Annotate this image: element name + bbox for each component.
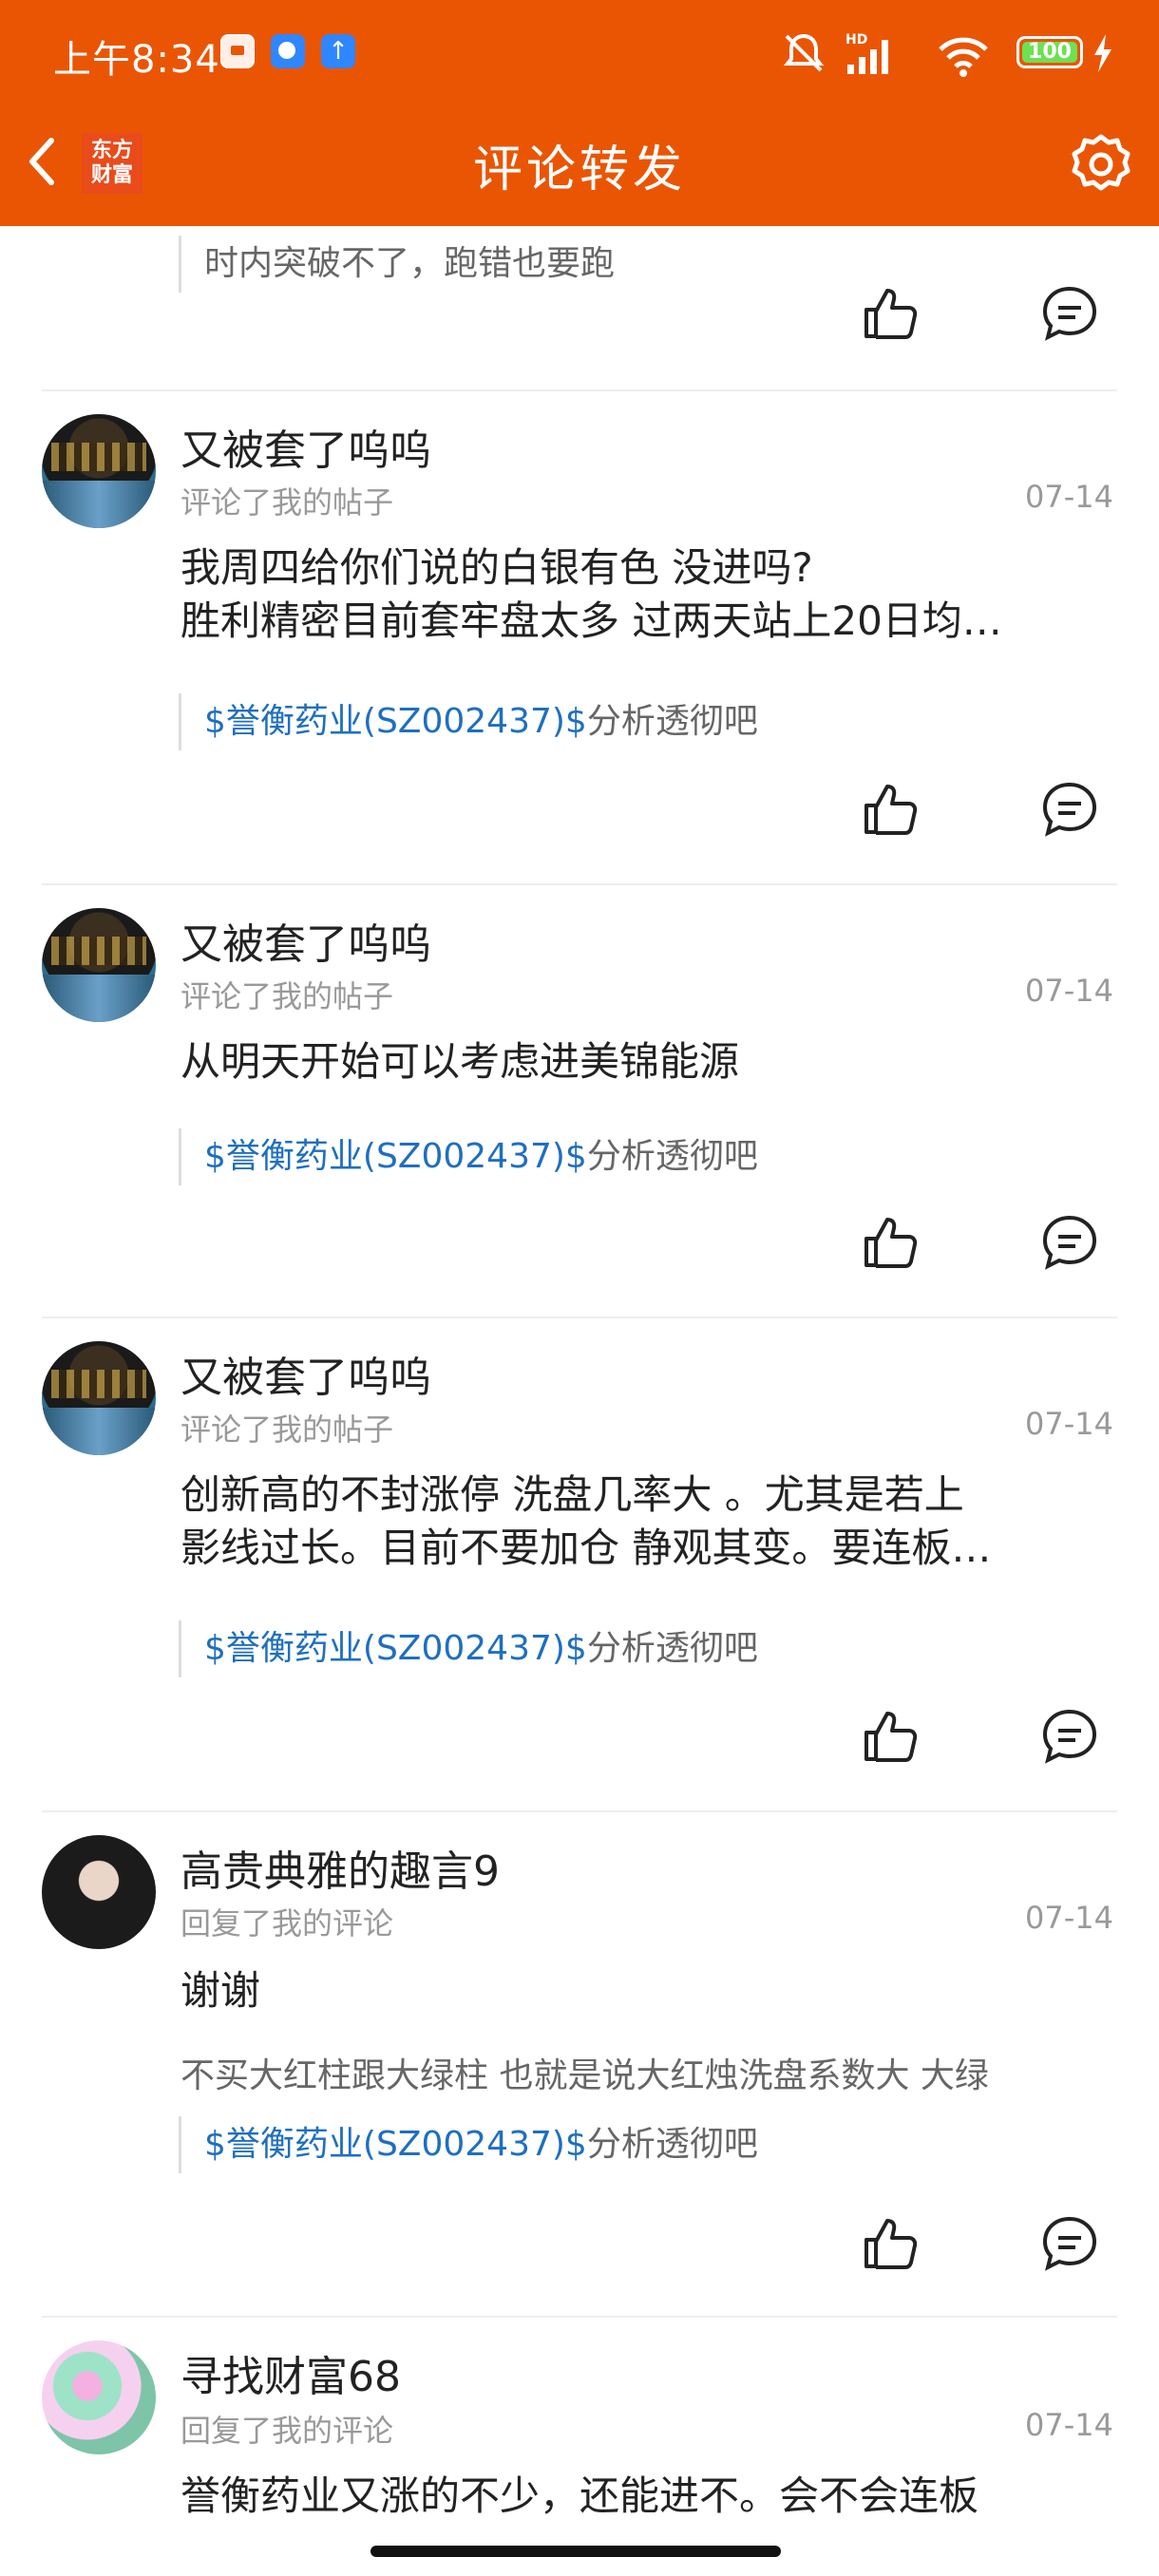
- action-text: 回复了我的评论: [180, 1905, 394, 1941]
- stock-link[interactable]: $誉衡药业(SZ002437)$: [204, 702, 587, 741]
- comment-text[interactable]: 我周四给你们说的白银有色 没进吗? 胜利精密目前套牢盘太多 过两天站上20日均…: [180, 541, 1121, 648]
- timestamp: 07-14: [1025, 2407, 1113, 2443]
- like-button[interactable]: [861, 1212, 922, 1273]
- avatar[interactable]: [42, 2340, 156, 2454]
- chat-app-icon: [271, 34, 305, 68]
- username[interactable]: 高贵典雅的趣言9: [180, 1837, 500, 1898]
- source-post[interactable]: $誉衡药业(SZ002437)$分析透彻吧: [179, 2116, 758, 2173]
- divider: [42, 2316, 1117, 2318]
- avatar[interactable]: [42, 1835, 156, 1949]
- comment-bubble-icon: [1042, 1215, 1097, 1270]
- timestamp: 07-14: [1025, 1406, 1113, 1442]
- comment-text[interactable]: 创新高的不封涨停 洗盘几率大 。尤其是若上 影线过长。目前不要加仓 静观其变。要…: [180, 1468, 1121, 1575]
- comment-button[interactable]: [1039, 1706, 1100, 1767]
- action-text: 评论了我的帖子: [180, 1411, 394, 1448]
- thumbs-up-icon: [864, 785, 918, 835]
- avatar[interactable]: [42, 414, 156, 528]
- divider: [42, 883, 1117, 885]
- page-title: 评论转发: [472, 142, 686, 199]
- like-button[interactable]: [861, 1706, 922, 1767]
- timestamp: 07-14: [1025, 973, 1113, 1009]
- battery-icon: 100: [1016, 36, 1083, 68]
- username[interactable]: 寻找财富68: [180, 2342, 401, 2403]
- username[interactable]: 又被套了呜呜: [180, 416, 431, 477]
- like-button[interactable]: [861, 779, 922, 840]
- quoted-text: 时内突破不了，跑错也要跑: [179, 236, 615, 293]
- comment-button[interactable]: [1039, 779, 1100, 840]
- comment-text[interactable]: 从明天开始可以考虑进美锦能源: [180, 1035, 1121, 1089]
- comment-bubble-icon: [1042, 1709, 1097, 1764]
- mute-icon: [783, 33, 825, 72]
- thumbs-up-icon: [864, 2219, 918, 2269]
- thumbs-up-icon: [864, 289, 918, 339]
- username[interactable]: 又被套了呜呜: [180, 1343, 431, 1404]
- action-text: 评论了我的帖子: [180, 484, 394, 521]
- status-right: HD 100: [779, 0, 1159, 104]
- comment-button[interactable]: [1039, 2213, 1100, 2274]
- message-feed[interactable]: 时内突破不了，跑错也要跑 又被套了呜呜 评论了我的帖子 07-14 我周四给你们…: [0, 226, 1159, 2576]
- source-post[interactable]: $誉衡药业(SZ002437)$分析透彻吧: [179, 1128, 758, 1185]
- network-type: HD: [846, 32, 867, 47]
- divider: [42, 1316, 1117, 1318]
- username[interactable]: 又被套了呜呜: [180, 910, 431, 971]
- thumbs-up-icon: [864, 1712, 918, 1762]
- notification-app-icon: [220, 34, 255, 68]
- wifi-icon: [939, 37, 988, 77]
- stock-link[interactable]: $誉衡药业(SZ002437)$: [204, 1137, 587, 1176]
- stock-link[interactable]: $誉衡药业(SZ002437)$: [204, 1629, 587, 1668]
- action-text: 评论了我的帖子: [180, 978, 394, 1014]
- source-post[interactable]: $誉衡药业(SZ002437)$分析透彻吧: [179, 1620, 758, 1677]
- battery-level: 100: [1028, 40, 1072, 64]
- comment-button[interactable]: [1039, 1212, 1100, 1273]
- comment-bubble-icon: [1042, 782, 1097, 837]
- post-title: 分析透彻吧: [586, 1137, 758, 1176]
- comment-text[interactable]: 誉衡药业又涨的不少，还能进不。会不会连板: [180, 2470, 1121, 2523]
- stock-link[interactable]: $誉衡药业(SZ002437)$: [204, 2125, 587, 2164]
- like-button[interactable]: [861, 2213, 922, 2274]
- post-title: 分析透彻吧: [586, 702, 758, 741]
- comment-bubble-icon: [1042, 2216, 1097, 2271]
- avatar[interactable]: [42, 908, 156, 1022]
- charging-icon: [1094, 34, 1112, 72]
- source-post[interactable]: $誉衡药业(SZ002437)$分析透彻吧: [179, 693, 758, 750]
- upload-app-icon: [321, 34, 355, 68]
- home-indicator[interactable]: [370, 2546, 781, 2557]
- post-title: 分析透彻吧: [586, 2125, 758, 2164]
- comment-button[interactable]: [1039, 283, 1100, 344]
- status-time: 上午8:34: [53, 38, 220, 82]
- thumbs-up-icon: [864, 1218, 918, 1268]
- post-title: 分析透彻吧: [586, 1629, 758, 1668]
- comment-bubble-icon: [1042, 286, 1097, 341]
- action-text: 回复了我的评论: [180, 2413, 394, 2449]
- avatar[interactable]: [42, 1341, 156, 1455]
- divider: [42, 1810, 1117, 1812]
- timestamp: 07-14: [1025, 1900, 1113, 1936]
- status-bar: 上午8:34 HD 100: [0, 0, 1159, 104]
- app-header: 上午8:34 HD 100: [0, 0, 1159, 226]
- replied-comment[interactable]: 不买大红柱跟大绿柱 也就是说大红烛洗盘系数大 大绿: [180, 2048, 1121, 2097]
- signal-icon: HD: [846, 32, 888, 74]
- nav-bar: 东方财富 评论转发: [0, 104, 1159, 226]
- like-button[interactable]: [861, 283, 922, 344]
- comment-text[interactable]: 谢谢: [180, 1964, 1121, 2017]
- timestamp: 07-14: [1025, 479, 1113, 515]
- gear-icon: [1072, 134, 1130, 191]
- settings-button[interactable]: [1068, 131, 1134, 198]
